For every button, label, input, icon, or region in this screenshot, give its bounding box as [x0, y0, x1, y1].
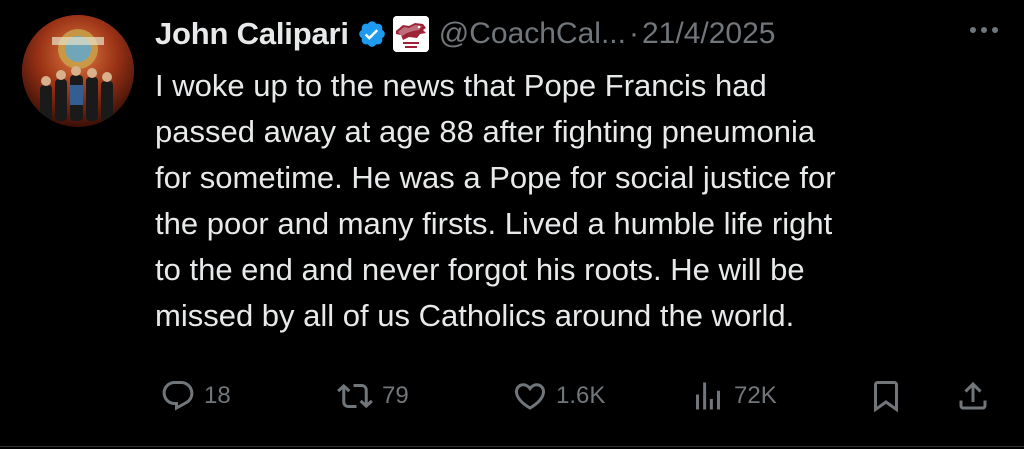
views-button[interactable]: 72K [690, 373, 777, 419]
author-name[interactable]: John Calipari [155, 16, 349, 52]
separator-dot: · [628, 17, 639, 50]
tweet-text-line: missed by all of us Catholics around the… [155, 298, 795, 333]
tweet-text-line: for sometime. He was a Pope for social j… [155, 160, 836, 195]
tweet-text-line: the poor and many firsts. Lived a humble… [155, 206, 833, 241]
reply-button[interactable]: 18 [160, 373, 231, 419]
avatar-image [22, 15, 134, 127]
reply-icon [160, 378, 196, 414]
bookmark-button[interactable] [868, 373, 904, 419]
tweet-date[interactable]: 21/4/2025 [642, 17, 775, 51]
repost-count: 79 [382, 382, 409, 409]
tweet-text: I woke up to the news that Pope Francis … [155, 63, 1005, 339]
avatar[interactable] [22, 15, 134, 127]
repost-icon [336, 378, 374, 414]
like-button[interactable]: 1.6K [512, 373, 605, 419]
tweet-text-line: to the end and never forgot his roots. H… [155, 252, 805, 287]
like-count: 1.6K [556, 382, 606, 409]
reply-count: 18 [204, 382, 231, 409]
action-bar: 18 79 1.6K 72K [0, 373, 1024, 419]
verified-badge-icon[interactable] [357, 19, 387, 49]
divider [0, 446, 1024, 447]
tweet-header: John Calipari @CoachCal... · 21/4/2025 [155, 12, 775, 56]
views-count: 72K [734, 382, 777, 409]
more-options-icon[interactable] [966, 18, 1002, 42]
views-icon [690, 378, 726, 414]
tweet-text-line: I woke up to the news that Pope Francis … [155, 68, 767, 103]
like-icon [512, 378, 548, 414]
arkansas-razorbacks-logo[interactable] [392, 16, 429, 52]
tweet-text-line: passed away at age 88 after fighting pne… [155, 114, 816, 149]
author-handle[interactable]: @CoachCal... [439, 17, 626, 51]
bookmark-icon [868, 378, 904, 414]
share-button[interactable] [955, 373, 991, 419]
repost-button[interactable]: 79 [336, 373, 409, 419]
share-icon [955, 378, 991, 414]
